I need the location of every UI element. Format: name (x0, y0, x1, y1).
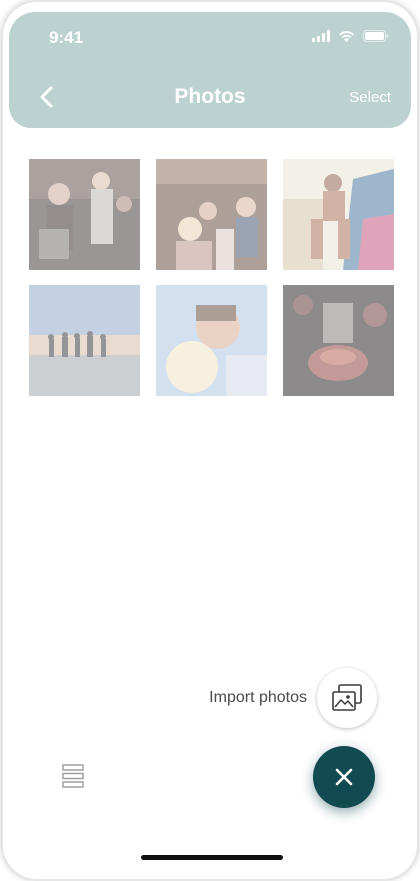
photo-crowd-party[interactable] (29, 159, 140, 270)
close-menu-button[interactable] (313, 746, 375, 808)
import-photos-button[interactable] (317, 668, 377, 728)
home-indicator (141, 855, 283, 860)
photo-grid (29, 159, 394, 396)
list-menu-icon[interactable] (62, 764, 84, 788)
photo-dancer[interactable] (283, 159, 394, 270)
import-photos-action[interactable]: Import photos (209, 668, 377, 728)
photo-couple-kiss[interactable] (156, 285, 267, 396)
images-icon (332, 684, 362, 711)
close-icon (335, 768, 353, 786)
nav-bar: Photos Select (9, 74, 411, 118)
phone-frame: 9:41 Photos Select Import photos (3, 2, 417, 879)
status-bar: 9:41 (9, 12, 411, 64)
status-icons (312, 30, 389, 42)
wifi-icon (339, 31, 354, 42)
photo-beach-silhouettes[interactable] (29, 285, 140, 396)
photo-friends-celebration[interactable] (156, 159, 267, 270)
status-time: 9:41 (49, 28, 84, 47)
photo-drink-glass[interactable] (283, 285, 394, 396)
header: 9:41 Photos Select (9, 12, 411, 128)
select-button[interactable]: Select (349, 89, 391, 106)
signal-icon (312, 30, 330, 42)
import-photos-label: Import photos (209, 689, 307, 706)
battery-icon (363, 30, 389, 42)
